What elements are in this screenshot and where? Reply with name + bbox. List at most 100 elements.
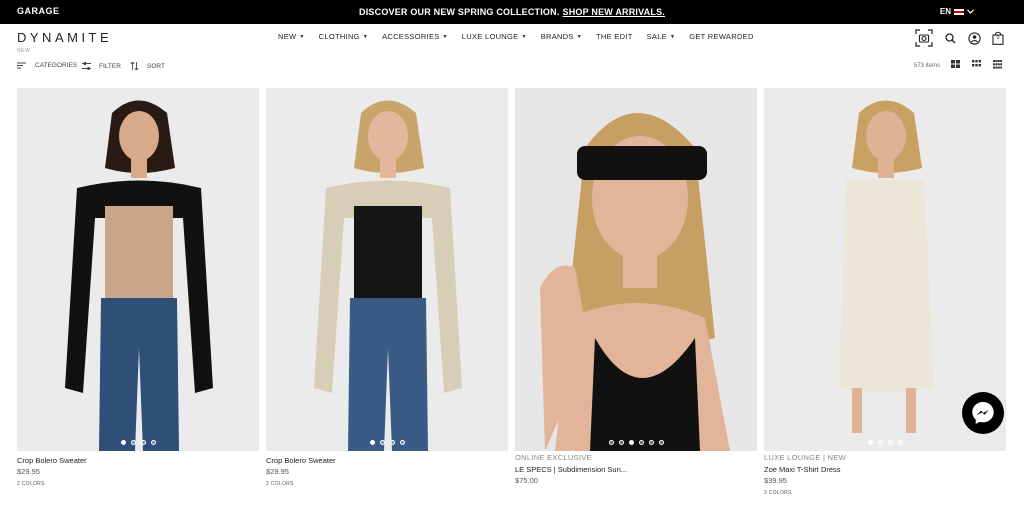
search-icon[interactable]	[942, 30, 958, 46]
product-color-count: 2 COLORS	[17, 481, 45, 487]
sort-arrows-icon	[130, 62, 139, 70]
product-name[interactable]: Crop Bolero Sweater	[266, 456, 508, 465]
product-image	[515, 88, 757, 451]
chevron-down-icon	[967, 9, 974, 14]
caret-down-icon: ▼	[442, 33, 448, 40]
carousel-dot[interactable]	[887, 440, 893, 445]
image-carousel-dots	[17, 440, 259, 445]
caret-down-icon: ▼	[521, 33, 527, 40]
garage-brand-link[interactable]: GARAGE	[17, 6, 60, 16]
carousel-dot[interactable]	[638, 440, 644, 445]
cart-icon[interactable]: 0	[990, 30, 1006, 46]
filter-toolbar: CATEGORIES FILTER SORT 573 items	[0, 58, 1024, 78]
product-card[interactable]: Crop Bolero Sweater $29.95 2 COLORS	[266, 88, 508, 496]
product-card[interactable]: Crop Bolero Sweater $29.95 2 COLORS	[17, 88, 259, 496]
product-photo[interactable]	[17, 88, 259, 451]
caret-down-icon: ▼	[362, 33, 369, 40]
product-badge: LUXE LOUNGE | NEW	[764, 453, 847, 462]
product-name[interactable]: LE SPECS | Subdimension Sun...	[515, 465, 757, 474]
nav-item-new[interactable]: NEW ▼	[278, 32, 305, 41]
carousel-dot[interactable]	[120, 440, 126, 445]
logo-subtext: NEW	[17, 48, 31, 54]
product-price: $29.95	[17, 467, 40, 476]
nav-item-luxe-lounge[interactable]: LUXE LOUNGE ▼	[462, 32, 527, 41]
account-icon[interactable]	[966, 30, 982, 46]
language-label: EN	[939, 7, 951, 16]
nav-item-sale[interactable]: SALE ▼	[647, 32, 676, 41]
nav-item-label: ACCESSORIES	[382, 32, 440, 41]
filter-button[interactable]: FILTER	[82, 62, 121, 70]
nav-item-the-edit[interactable]: THE EDIT	[596, 32, 633, 41]
carousel-dot[interactable]	[379, 440, 385, 445]
carousel-dot[interactable]	[369, 440, 375, 445]
product-price: $75.00	[515, 476, 538, 485]
carousel-dot[interactable]	[150, 440, 156, 445]
image-carousel-dots	[266, 440, 508, 445]
product-name[interactable]: Crop Bolero Sweater	[17, 456, 259, 465]
carousel-dot[interactable]	[648, 440, 654, 445]
messenger-icon	[972, 402, 994, 424]
nav-item-label: SALE	[646, 32, 667, 41]
carousel-dot[interactable]	[628, 440, 634, 445]
product-price: $39.95	[764, 476, 787, 485]
shop-new-arrivals-link[interactable]: SHOP NEW ARRIVALS.	[563, 7, 665, 17]
visual-search-icon[interactable]	[914, 28, 934, 48]
promo-text: DISCOVER OUR NEW SPRING COLLECTION.	[359, 7, 560, 17]
nav-item-label: CLOTHING	[318, 32, 360, 41]
item-count: 573 items	[913, 63, 940, 69]
product-photo[interactable]	[266, 88, 508, 451]
nav-item-clothing[interactable]: CLOTHING ▼	[319, 32, 368, 41]
product-price: $29.95	[266, 467, 289, 476]
filter-label: FILTER	[99, 62, 121, 70]
sort-label: SORT	[147, 62, 165, 70]
nav-item-accessories[interactable]: ACCESSORIES ▼	[382, 32, 448, 41]
filter-sliders-icon	[82, 62, 91, 70]
nav-item-label: GET REWARDED	[689, 32, 754, 41]
header-icons: 0	[914, 28, 1006, 48]
product-badge: ONLINE EXCLUSIVE	[515, 453, 592, 462]
grid-4-icon[interactable]	[993, 60, 1002, 71]
carousel-dot[interactable]	[897, 440, 903, 445]
language-selector[interactable]: EN	[940, 7, 974, 16]
nav-item-get-rewarded[interactable]: GET REWARDED	[689, 32, 753, 41]
carousel-dot[interactable]	[867, 440, 873, 445]
promo-bar: GARAGE DISCOVER OUR NEW SPRING COLLECTIO…	[0, 0, 1024, 24]
caret-down-icon: ▼	[576, 33, 583, 40]
sort-button[interactable]: SORT	[130, 62, 165, 70]
product-card[interactable]: ONLINE EXCLUSIVE LE SPECS | Subdimension …	[515, 88, 757, 496]
product-card[interactable]: LUXE LOUNGE | NEW Zoe Maxi T-Shirt Dress $…	[764, 88, 1006, 496]
product-name[interactable]: Zoe Maxi T-Shirt Dress	[764, 465, 1006, 474]
cart-count: 0	[996, 35, 1000, 41]
dynamite-logo[interactable]: DYNAMITE	[17, 30, 112, 45]
carousel-dot[interactable]	[658, 440, 664, 445]
messenger-chat-button[interactable]	[962, 392, 1004, 434]
carousel-dot[interactable]	[130, 440, 136, 445]
main-nav: NEW ▼ CLOTHING ▼ ACCESSORIES ▼ LUXE LOUNGE ▼ BRA…	[278, 32, 754, 41]
caret-down-icon: ▼	[299, 33, 305, 40]
nav-item-label: LUXE LOUNGE	[461, 32, 519, 41]
image-carousel-dots	[515, 440, 757, 445]
grid-3-icon[interactable]	[972, 60, 981, 71]
carousel-dot[interactable]	[608, 440, 614, 445]
carousel-dot[interactable]	[399, 440, 405, 445]
nav-item-brands[interactable]: BRANDS ▼	[541, 32, 582, 41]
carousel-dot[interactable]	[618, 440, 624, 445]
product-grid: Crop Bolero Sweater $29.95 2 COLORS Crop B…	[17, 88, 1006, 496]
site-header: DYNAMITE NEW NEW ▼ CLOTHING ▼ ACCESSORIES ▼ LU…	[0, 24, 1024, 58]
product-color-count: 3 COLORS	[764, 490, 792, 496]
canada-flag-icon	[954, 8, 964, 15]
carousel-dot[interactable]	[140, 440, 146, 445]
product-image	[17, 88, 259, 451]
grid-view-options	[951, 60, 1002, 71]
product-image	[266, 88, 508, 451]
product-photo[interactable]	[515, 88, 757, 451]
carousel-dot[interactable]	[389, 440, 395, 445]
nav-item-label: NEW	[278, 32, 297, 41]
carousel-dot[interactable]	[877, 440, 883, 445]
categories-button[interactable]: CATEGORIES	[17, 62, 77, 69]
product-color-count: 2 COLORS	[266, 481, 294, 487]
caret-down-icon: ▼	[669, 33, 676, 40]
image-carousel-dots	[764, 440, 1006, 445]
grid-2-icon[interactable]	[951, 60, 960, 71]
promo-message: DISCOVER OUR NEW SPRING COLLECTION. SHOP …	[359, 7, 665, 17]
